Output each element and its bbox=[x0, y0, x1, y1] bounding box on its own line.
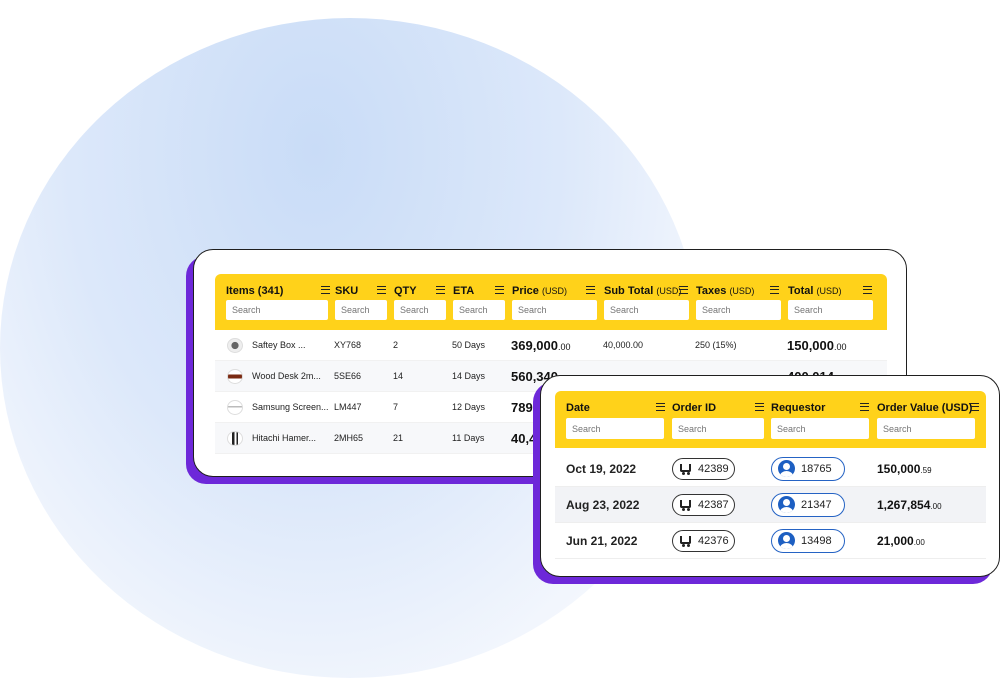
column-eta: ETA bbox=[442, 274, 505, 330]
sku-cell: 5SE66 bbox=[334, 371, 362, 381]
column-menu-icon[interactable] bbox=[970, 403, 979, 411]
column-subtotal: Sub Total (USD) bbox=[593, 274, 689, 330]
requestor-search-input[interactable] bbox=[771, 418, 869, 439]
item-name: Saftey Box ... bbox=[252, 340, 306, 350]
subtotal-cell: 40,000.00 bbox=[603, 340, 644, 350]
qty-search-input[interactable] bbox=[394, 300, 446, 320]
items-table-header: Items (341) SKU QTY ETA Price (USD) Sub … bbox=[215, 274, 887, 330]
taxes-search-input[interactable] bbox=[696, 300, 781, 320]
order-id-search-input[interactable] bbox=[672, 418, 764, 439]
date-search-input[interactable] bbox=[566, 418, 664, 439]
table-row[interactable]: Saftey Box ... XY768 2 50 Days 369,000.0… bbox=[215, 330, 887, 361]
column-date: Date bbox=[555, 391, 665, 448]
order-id-chip[interactable]: 42389 bbox=[672, 458, 735, 480]
orders-table-card: Date Order ID Requestor Order Value (USD… bbox=[540, 375, 1000, 577]
sku-cell: LM447 bbox=[334, 402, 362, 412]
product-thumbnail bbox=[227, 369, 243, 384]
price-cell: 789, bbox=[511, 400, 537, 415]
price-search-input[interactable] bbox=[512, 300, 597, 320]
column-title: SKU bbox=[335, 285, 359, 297]
order-value-search-input[interactable] bbox=[877, 418, 975, 439]
qty-cell: 7 bbox=[393, 402, 399, 412]
item-name: Samsung Screen... bbox=[252, 402, 329, 412]
sku-search-input[interactable] bbox=[335, 300, 387, 320]
total-search-input[interactable] bbox=[788, 300, 873, 320]
eta-cell: 11 Days bbox=[452, 433, 485, 443]
taxes-cell: 250 (15%) bbox=[695, 340, 737, 350]
price-cell: 369,000.00 bbox=[511, 338, 571, 353]
column-title: Taxes (USD) bbox=[696, 285, 755, 297]
orders-table-header: Date Order ID Requestor Order Value (USD… bbox=[555, 391, 986, 448]
subtotal-search-input[interactable] bbox=[604, 300, 689, 320]
column-sku: SKU bbox=[324, 274, 387, 330]
date-cell: Aug 23, 2022 bbox=[566, 498, 640, 512]
column-total: Total (USD) bbox=[777, 274, 887, 330]
requestor-chip[interactable]: 18765 bbox=[771, 457, 845, 481]
column-menu-icon[interactable] bbox=[863, 286, 872, 294]
requestor-chip[interactable]: 21347 bbox=[771, 493, 845, 517]
eta-cell: 14 Days bbox=[452, 371, 486, 381]
column-taxes: Taxes (USD) bbox=[685, 274, 781, 330]
sku-cell: XY768 bbox=[334, 340, 362, 350]
qty-cell: 14 bbox=[393, 371, 404, 381]
column-requestor: Requestor bbox=[760, 391, 869, 448]
user-avatar-icon bbox=[778, 532, 795, 549]
table-row[interactable]: Oct 19, 2022 42389 18765 150,000.59 bbox=[555, 451, 986, 487]
column-qty: QTY bbox=[383, 274, 446, 330]
price-cell: 40,4 bbox=[511, 431, 537, 446]
order-id-chip[interactable]: 42376 bbox=[672, 530, 735, 552]
column-order-id: Order ID bbox=[661, 391, 764, 448]
item-name: Hitachi Hamer... bbox=[252, 433, 317, 443]
product-thumbnail bbox=[227, 431, 243, 446]
order-value-cell: 1,267,854.00 bbox=[877, 498, 942, 512]
product-thumbnail bbox=[227, 338, 243, 353]
column-title: Order ID bbox=[672, 402, 717, 414]
total-cell: 150,000.00 bbox=[787, 338, 847, 353]
column-title: Price (USD) bbox=[512, 285, 567, 297]
table-row[interactable]: Aug 23, 2022 42387 21347 1,267,854.00 bbox=[555, 487, 986, 523]
user-avatar-icon bbox=[778, 460, 795, 477]
product-thumbnail bbox=[227, 400, 243, 415]
items-search-input[interactable] bbox=[226, 300, 328, 320]
eta-cell: 12 Days bbox=[452, 402, 486, 412]
column-title: Items (341) bbox=[226, 285, 284, 297]
item-name: Wood Desk 2m... bbox=[252, 371, 321, 381]
table-row[interactable]: Jun 21, 2022 42376 13498 21,000.00 bbox=[555, 523, 986, 559]
column-order-value: Order Value (USD) bbox=[866, 391, 986, 448]
column-title: Total (USD) bbox=[788, 285, 842, 297]
date-cell: Oct 19, 2022 bbox=[566, 462, 637, 476]
order-value-cell: 21,000.00 bbox=[877, 534, 925, 548]
order-value-cell: 150,000.59 bbox=[877, 462, 932, 476]
eta-search-input[interactable] bbox=[453, 300, 505, 320]
cart-icon bbox=[680, 536, 691, 547]
sku-cell: 2MH65 bbox=[334, 433, 364, 443]
date-cell: Jun 21, 2022 bbox=[566, 534, 638, 548]
column-title: Order Value (USD) bbox=[877, 402, 973, 414]
requestor-chip[interactable]: 13498 bbox=[771, 529, 845, 553]
qty-cell: 21 bbox=[393, 433, 404, 443]
column-title: Sub Total (USD) bbox=[604, 285, 682, 297]
column-title: ETA bbox=[453, 285, 475, 297]
column-title: Date bbox=[566, 402, 590, 414]
column-title: QTY bbox=[394, 285, 417, 297]
order-id-chip[interactable]: 42387 bbox=[672, 494, 735, 516]
column-price: Price (USD) bbox=[501, 274, 597, 330]
cart-icon bbox=[680, 464, 691, 475]
qty-cell: 2 bbox=[393, 340, 399, 350]
column-title: Requestor bbox=[771, 402, 826, 414]
orders-table-body: Oct 19, 2022 42389 18765 150,000.59 Aug … bbox=[555, 451, 986, 559]
user-avatar-icon bbox=[778, 496, 795, 513]
eta-cell: 50 Days bbox=[452, 340, 486, 350]
cart-icon bbox=[680, 500, 691, 511]
column-items: Items (341) bbox=[215, 274, 330, 330]
